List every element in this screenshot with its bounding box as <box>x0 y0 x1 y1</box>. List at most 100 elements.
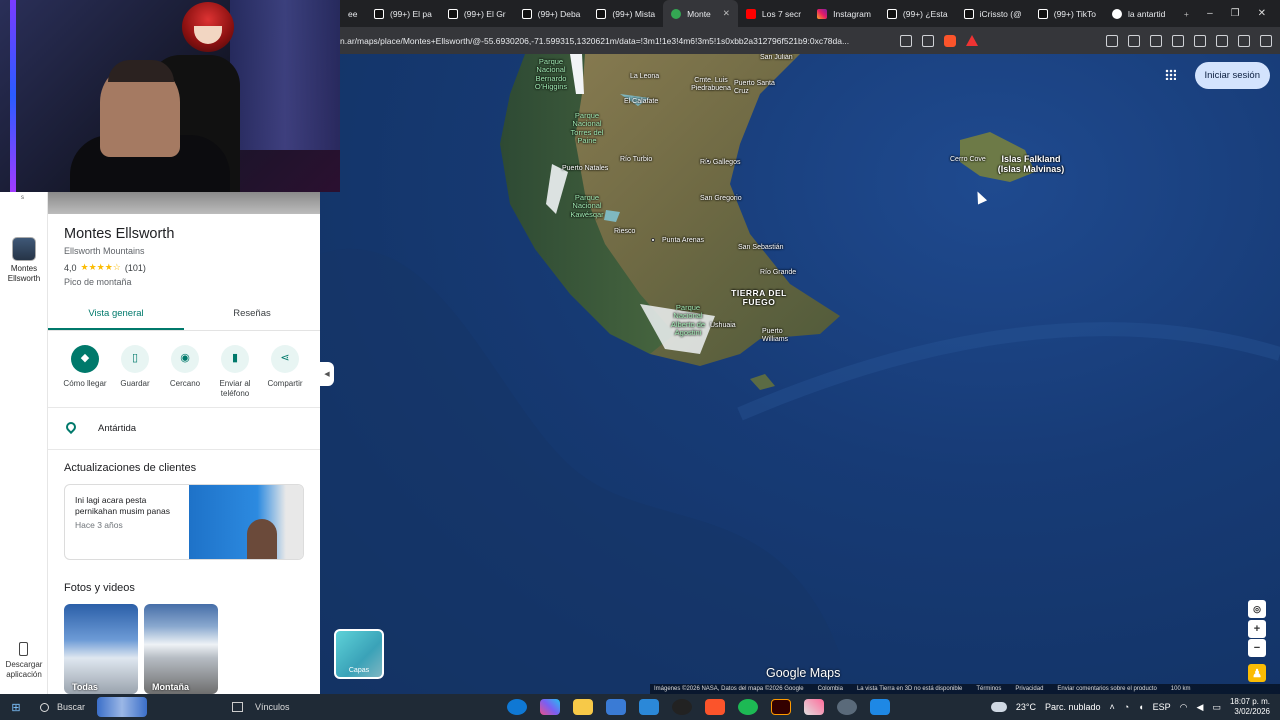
minimize-icon[interactable]: – <box>1207 8 1213 19</box>
phone-icon[interactable] <box>19 642 28 656</box>
photo-thumb-all[interactable]: Todas <box>64 604 138 694</box>
layers-button[interactable]: Capas <box>334 629 384 679</box>
speaker-icon[interactable]: ◀ <box>1197 702 1204 713</box>
browser-tab[interactable]: Los 7 secr <box>738 0 809 27</box>
browser-tab[interactable]: (99+) Deba <box>514 0 589 27</box>
task-view-icon[interactable] <box>232 702 243 712</box>
settings-icon[interactable] <box>837 699 857 715</box>
download-app-label[interactable]: Descargar aplicación <box>0 660 48 680</box>
browser-tab[interactable]: iCrissto (@ <box>956 0 1030 27</box>
spotify-icon[interactable] <box>738 699 758 715</box>
update-photo[interactable] <box>189 485 303 559</box>
weather-text[interactable]: Parc. nublado <box>1045 702 1101 712</box>
customer-update-card[interactable]: Ini lagi acara pesta pernikahan musim pa… <box>64 484 304 560</box>
taskbar-search[interactable]: Buscar <box>32 697 220 717</box>
mail-icon[interactable] <box>639 699 659 715</box>
footer-feedback-link[interactable]: Enviar comentarios sobre el producto <box>1057 686 1156 692</box>
place-type[interactable]: Pico de montaña <box>48 273 320 287</box>
footer-terms-link[interactable]: Términos <box>976 686 1001 692</box>
recent-place-label[interactable]: Montes Ellsworth <box>0 264 48 284</box>
wallet-icon[interactable] <box>1194 34 1206 47</box>
place-hero-photo[interactable] <box>48 192 320 214</box>
network-icon[interactable]: ◔ <box>1124 702 1129 712</box>
city-marker[interactable] <box>706 159 710 163</box>
browser-tab[interactable]: (99+) El Gr <box>440 0 514 27</box>
map-canvas[interactable]: Iniciar sesión San Julián La Leona Cmte.… <box>320 54 1280 694</box>
vpn-icon[interactable] <box>1216 34 1228 47</box>
browser-tab[interactable]: (99+) TikTo <box>1030 0 1104 27</box>
signin-button[interactable]: Iniciar sesión <box>1194 62 1270 89</box>
obs-icon[interactable] <box>672 699 692 715</box>
share-icon[interactable] <box>922 34 934 47</box>
photos-heading: Fotos y videos <box>64 582 135 594</box>
clock[interactable]: 18:07 p. m. 3/02/2026 <box>1230 697 1270 717</box>
browser-tab-active[interactable]: Monte ✕ <box>663 0 738 27</box>
photo-thumb-mountain[interactable]: Montaña <box>144 604 218 694</box>
language-indicator[interactable]: ESP <box>1153 702 1171 712</box>
review-count[interactable]: (101) <box>125 263 146 273</box>
vscode-icon[interactable] <box>870 699 890 715</box>
zoom-in-button[interactable]: + <box>1248 620 1266 638</box>
tab-label: Instagram <box>833 8 871 19</box>
weather-icon[interactable] <box>990 702 1007 712</box>
nearby-button[interactable]: ◉ Cercano <box>160 345 210 399</box>
recent-place-thumbnail[interactable] <box>12 237 36 261</box>
collapse-panel-button[interactable]: ◀ <box>320 362 334 386</box>
browser-tab[interactable]: la antartid <box>1104 0 1173 27</box>
tab-partial[interactable]: ee <box>340 0 366 27</box>
app-icon[interactable] <box>804 699 824 715</box>
battery-icon[interactable]: ▭ <box>1212 702 1221 713</box>
tab-label: (99+) Deba <box>537 8 581 19</box>
send-to-phone-button[interactable]: ▮ Enviar al teléfono <box>210 345 260 399</box>
share-button[interactable]: ⋖ Compartir <box>260 345 310 399</box>
browser-tab[interactable]: (99+) El pa <box>366 0 440 27</box>
city-marker[interactable] <box>651 238 655 242</box>
my-location-icon[interactable]: ◎ <box>1248 600 1266 618</box>
windows-start-icon[interactable]: ⊞ <box>0 701 32 714</box>
url-field[interactable]: n.ar/maps/place/Montes+Ellsworth/@-55.69… <box>340 36 890 46</box>
illustrator-icon[interactable] <box>771 699 791 715</box>
tab-reviews[interactable]: Reseñas <box>184 301 320 330</box>
location-row[interactable]: Antártida <box>48 408 320 449</box>
links-toolbar[interactable]: Vínculos <box>255 702 290 712</box>
zoom-out-button[interactable]: − <box>1248 639 1266 657</box>
file-explorer-icon[interactable] <box>573 699 593 715</box>
screenshot-icon[interactable] <box>1128 34 1140 47</box>
rail-marker: s <box>21 195 24 201</box>
photo-label: Todas <box>72 682 98 692</box>
new-tab-button[interactable]: + <box>1173 9 1199 19</box>
google-apps-icon[interactable] <box>1165 69 1176 80</box>
save-button[interactable]: ▯ Guardar <box>110 345 160 399</box>
footer-country[interactable]: Colombia <box>818 686 843 692</box>
copilot-icon[interactable] <box>540 699 560 715</box>
sidebar-icon[interactable] <box>1172 34 1184 47</box>
browser-tab[interactable]: (99+) ¿Esta <box>879 0 956 27</box>
tiktok-icon <box>1037 8 1048 19</box>
media-icon[interactable] <box>1150 34 1162 47</box>
restore-icon[interactable]: ❐ <box>1231 8 1240 19</box>
brave-shields-icon[interactable] <box>944 34 956 47</box>
close-tab-icon[interactable]: ✕ <box>723 8 730 19</box>
footer-privacy-link[interactable]: Privacidad <box>1015 686 1043 692</box>
rating-value: 4,0 <box>64 262 77 273</box>
install-app-icon[interactable] <box>900 34 912 47</box>
leo-icon[interactable] <box>1238 34 1250 47</box>
directions-button[interactable]: ◆ Cómo llegar <box>60 345 110 399</box>
brave-rewards-icon[interactable] <box>966 35 978 46</box>
map-scale[interactable]: 100 km <box>1171 686 1191 692</box>
close-window-icon[interactable]: ✕ <box>1258 8 1266 19</box>
wifi-icon[interactable]: ◠ <box>1180 702 1188 713</box>
tab-overview[interactable]: Vista general <box>48 301 184 330</box>
place-rating[interactable]: 4,0 ★★★★☆ (101) <box>48 256 320 273</box>
extensions-icon[interactable] <box>1106 34 1118 47</box>
store-icon[interactable] <box>606 699 626 715</box>
chevron-up-icon[interactable]: ˄ <box>1110 702 1115 712</box>
browser-tab[interactable]: Instagram <box>809 0 879 27</box>
brave-icon[interactable] <box>705 699 725 715</box>
browser-tab[interactable]: (99+) Mista <box>588 0 663 27</box>
edge-icon[interactable] <box>507 699 527 715</box>
temperature[interactable]: 23°C <box>1016 702 1036 712</box>
volume-icon[interactable]: ◖ <box>1138 702 1143 712</box>
pegman-icon[interactable]: ♟ <box>1248 664 1266 682</box>
menu-icon[interactable] <box>1260 34 1272 47</box>
